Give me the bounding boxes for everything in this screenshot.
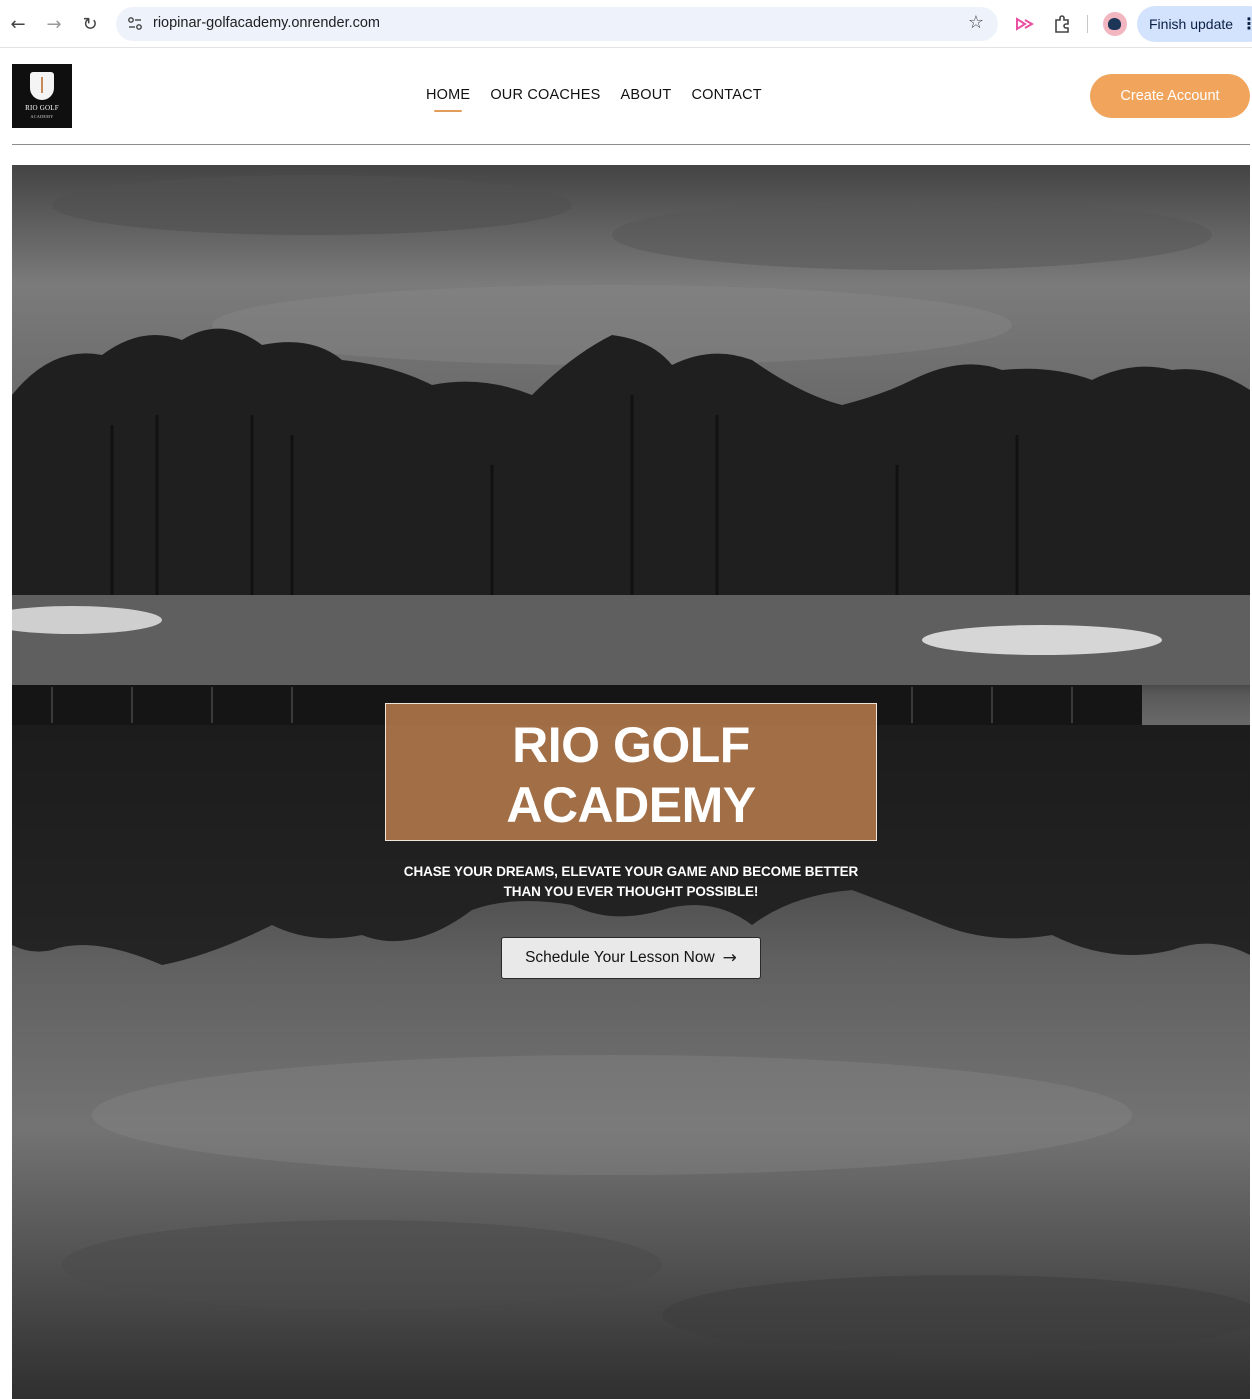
create-account-button[interactable]: Create Account <box>1090 74 1250 118</box>
nav-link-about[interactable]: ABOUT <box>620 87 671 103</box>
nav-link-our-coaches[interactable]: OUR COACHES <box>490 87 600 103</box>
shield-icon <box>30 72 54 100</box>
bookmark-star-icon[interactable]: ☆ <box>968 12 984 33</box>
schedule-lesson-label: Schedule Your Lesson Now <box>525 949 715 966</box>
address-bar[interactable]: riopinar-golfacademy.onrender.com ☆ <box>116 7 998 41</box>
site-logo[interactable]: RIO GOLF ACADEMY <box>12 64 72 128</box>
main-nav: HOME OUR COACHES ABOUT CONTACT <box>426 87 782 112</box>
hero-tagline-line-2: THAN YOU EVER THOUGHT POSSIBLE! <box>503 884 759 899</box>
schedule-lesson-button[interactable]: Schedule Your Lesson Now → <box>501 937 761 979</box>
site-header: RIO GOLF ACADEMY HOME OUR COACHES ABOUT … <box>0 48 1252 145</box>
finish-update-label: Finish update <box>1149 16 1234 32</box>
logo-text: RIO GOLF <box>25 104 59 112</box>
media-cast-icon[interactable] <box>1012 12 1036 36</box>
header-divider <box>12 144 1250 145</box>
finish-update-button[interactable]: Finish update ⋮ <box>1137 6 1252 42</box>
url-text[interactable]: riopinar-golfacademy.onrender.com <box>153 15 380 31</box>
forward-arrow-icon[interactable]: → <box>42 12 66 36</box>
site-info-icon[interactable] <box>126 15 144 33</box>
hero-tagline: CHASE YOUR DREAMS, ELEVATE YOUR GAME AND… <box>385 862 877 902</box>
profile-avatar-icon[interactable] <box>1103 12 1127 36</box>
arrow-right-icon: → <box>722 948 737 968</box>
back-arrow-icon[interactable]: ← <box>6 12 30 36</box>
kebab-menu-icon[interactable]: ⋮ <box>1241 14 1252 33</box>
reload-icon[interactable]: ↻ <box>78 12 102 36</box>
logo-subtext: ACADEMY <box>30 114 54 119</box>
toolbar-separator <box>1087 15 1088 33</box>
browser-toolbar: ← → ↻ riopinar-golfacademy.onrender.com … <box>0 0 1252 48</box>
hero-title-line-1: RIO GOLF <box>512 717 750 773</box>
hero-tagline-line-1: CHASE YOUR DREAMS, ELEVATE YOUR GAME AND… <box>403 864 859 879</box>
hero-title-line-2: ACADEMY <box>506 777 756 833</box>
hero-title-box: RIO GOLF ACADEMY <box>385 703 877 841</box>
extensions-puzzle-icon[interactable] <box>1050 12 1074 36</box>
nav-link-home[interactable]: HOME <box>426 87 470 112</box>
nav-link-contact[interactable]: CONTACT <box>691 87 761 103</box>
hero-section: RIO GOLF ACADEMY CHASE YOUR DREAMS, ELEV… <box>12 165 1250 1399</box>
